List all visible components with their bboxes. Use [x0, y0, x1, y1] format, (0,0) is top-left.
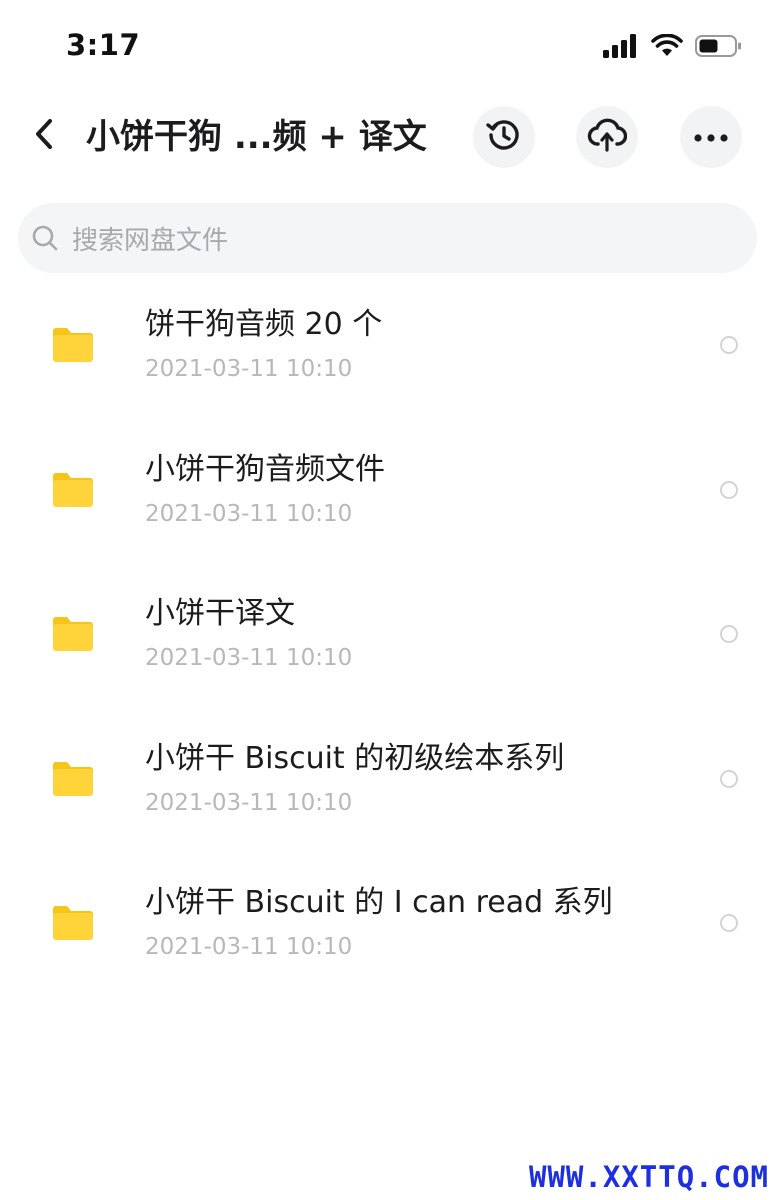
folder-date: 2021-03-11 10:10: [145, 500, 353, 527]
select-radio[interactable]: [720, 625, 738, 643]
file-list: 饼干狗音频 20 个 2021-03-11 10:10 小饼干狗音频文件 202…: [0, 280, 775, 1003]
page-title: 小饼干狗 ...频 + 译文: [86, 117, 427, 157]
folder-name: 小饼干 Biscuit 的初级绘本系列: [145, 740, 565, 776]
back-arrow-icon: [32, 117, 56, 155]
folder-row[interactable]: 小饼干狗音频文件 2021-03-11 10:10: [0, 425, 775, 570]
folder-date: 2021-03-11 10:10: [145, 934, 353, 960]
folder-name: 小饼干 Biscuit 的 I can read 系列: [145, 885, 613, 920]
folder-row[interactable]: 饼干狗音频 20 个 2021-03-11 10:10: [0, 280, 775, 425]
upload-button[interactable]: [576, 106, 638, 168]
more-button[interactable]: [680, 106, 742, 168]
folder-icon: [50, 614, 96, 654]
folder-name: 小饼干译文: [145, 596, 295, 631]
folder-icon: [50, 470, 96, 510]
search-placeholder: 搜索网盘文件: [72, 225, 229, 256]
select-radio[interactable]: [720, 769, 738, 788]
wifi-icon: [651, 33, 683, 62]
search-icon: [30, 223, 60, 253]
folder-name: 小饼干狗音频文件: [145, 451, 385, 487]
folder-icon: [50, 759, 96, 799]
folder-row[interactable]: 小饼干 Biscuit 的初级绘本系列 2021-03-11 10:10: [0, 714, 775, 859]
folder-row[interactable]: 小饼干译文 2021-03-11 10:10: [0, 569, 775, 714]
history-button[interactable]: [473, 106, 535, 168]
more-dots-icon: [693, 128, 729, 147]
search-input[interactable]: 搜索网盘文件: [18, 203, 757, 273]
status-icons: [603, 33, 743, 62]
watermark: WWW.XXTTQ.COM: [529, 1160, 769, 1194]
folder-date: 2021-03-11 10:10: [145, 645, 353, 671]
back-button[interactable]: [22, 114, 66, 158]
folder-name: 饼干狗音频 20 个: [145, 307, 383, 342]
cloud-upload-icon: [587, 116, 628, 158]
status-time: 3:17: [66, 28, 141, 62]
status-bar: 3:17: [0, 0, 775, 92]
header: 小饼干狗 ...频 + 译文: [0, 100, 775, 174]
folder-date: 2021-03-11 10:10: [145, 356, 353, 382]
battery-icon: [695, 34, 743, 62]
folder-icon: [50, 903, 96, 943]
folder-date: 2021-03-11 10:10: [145, 789, 353, 816]
history-icon: [485, 116, 523, 158]
select-radio[interactable]: [720, 336, 738, 354]
select-radio[interactable]: [720, 480, 738, 499]
select-radio[interactable]: [720, 914, 738, 932]
folder-row[interactable]: 小饼干 Biscuit 的 I can read 系列 2021-03-11 1…: [0, 858, 775, 1003]
signal-icon: [603, 34, 639, 62]
folder-icon: [50, 325, 96, 365]
